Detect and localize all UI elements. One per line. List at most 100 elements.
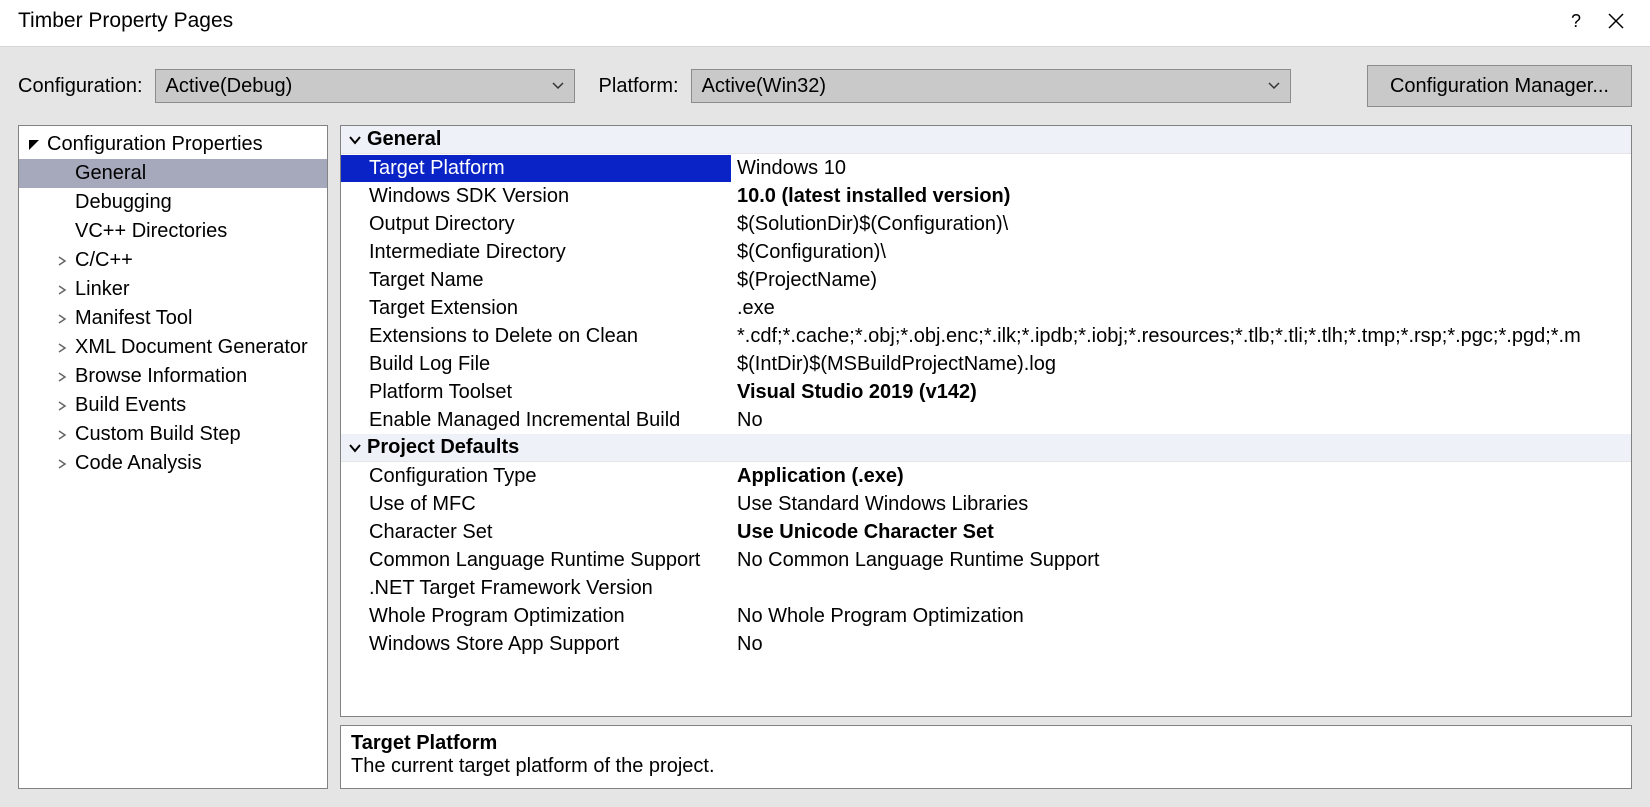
property-value: Windows 10 [731,155,1631,182]
chevron-right-icon [55,372,69,382]
property-label: Platform Toolset [341,379,731,406]
chevron-right-icon [55,256,69,266]
property-label: Target Extension [341,295,731,322]
tree-item-label: Linker [75,278,129,301]
property-row[interactable]: Windows Store App SupportNo [341,630,1631,658]
property-row[interactable]: Configuration TypeApplication (.exe) [341,462,1631,490]
chevron-right-icon [55,401,69,411]
window-title: Timber Property Pages [18,9,1556,33]
platform-label: Platform: [599,75,679,98]
property-row[interactable]: Whole Program OptimizationNo Whole Progr… [341,602,1631,630]
property-row[interactable]: Output Directory$(SolutionDir)$(Configur… [341,210,1631,238]
toolbar: Configuration: Active(Debug) Platform: A… [0,46,1650,117]
property-value: Visual Studio 2019 (v142) [731,379,1631,406]
tree-item[interactable]: Browse Information [19,362,327,391]
property-label: Enable Managed Incremental Build [341,407,731,434]
right-column: General Target PlatformWindows 10Windows… [340,125,1632,789]
property-row[interactable]: Target Extension.exe [341,294,1631,322]
property-label: Intermediate Directory [341,239,731,266]
tree-item-label: Custom Build Step [75,423,241,446]
chevron-down-icon [1268,82,1280,90]
tree-item-label: Build Events [75,394,186,417]
tree-item-label: General [75,162,146,185]
property-row[interactable]: Target Name$(ProjectName) [341,266,1631,294]
property-row[interactable]: Target PlatformWindows 10 [341,154,1631,182]
tree-item[interactable]: Build Events [19,391,327,420]
property-value: *.cdf;*.cache;*.obj;*.obj.enc;*.ilk;*.ip… [731,323,1631,350]
chevron-down-icon [345,443,365,453]
property-row[interactable]: Platform ToolsetVisual Studio 2019 (v142… [341,378,1631,406]
chevron-right-icon [55,314,69,324]
tree-item-label: Browse Information [75,365,247,388]
help-button[interactable]: ? [1556,6,1596,36]
description-panel: Target Platform The current target platf… [340,725,1632,789]
property-label: Target Platform [341,155,731,182]
property-value: $(SolutionDir)$(Configuration)\ [731,211,1631,238]
chevron-down-icon [27,140,41,150]
property-value: Use Standard Windows Libraries [731,491,1631,518]
property-value: No Whole Program Optimization [731,603,1631,630]
property-row[interactable]: Use of MFCUse Standard Windows Libraries [341,490,1631,518]
chevron-down-icon [552,82,564,90]
property-label: Build Log File [341,351,731,378]
property-value: No [731,631,1631,658]
tree-item-label: Code Analysis [75,452,202,475]
property-value: .exe [731,295,1631,322]
property-value [731,586,1631,590]
description-title: Target Platform [351,732,1621,755]
tree-item-label: C/C++ [75,249,133,272]
chevron-right-icon [55,459,69,469]
tree-panel: Configuration Properties General Debuggin… [18,125,328,789]
tree-item[interactable]: Manifest Tool [19,304,327,333]
property-row[interactable]: Windows SDK Version10.0 (latest installe… [341,182,1631,210]
configuration-label: Configuration: [18,75,143,98]
property-value: $(Configuration)\ [731,239,1631,266]
property-row[interactable]: .NET Target Framework Version [341,574,1631,602]
configuration-dropdown[interactable]: Active(Debug) [155,69,575,103]
tree-item[interactable]: Custom Build Step [19,420,327,449]
property-label: Output Directory [341,211,731,238]
platform-dropdown[interactable]: Active(Win32) [691,69,1291,103]
tree-item[interactable]: C/C++ [19,246,327,275]
tree-item[interactable]: XML Document Generator [19,333,327,362]
property-label: Windows Store App Support [341,631,731,658]
property-row[interactable]: Intermediate Directory$(Configuration)\ [341,238,1631,266]
property-value: Use Unicode Character Set [731,519,1631,546]
category-project-defaults[interactable]: Project Defaults [341,434,1631,462]
property-value: 10.0 (latest installed version) [731,183,1631,210]
tree-item-label: VC++ Directories [75,220,227,243]
property-row[interactable]: Build Log File$(IntDir)$(MSBuildProjectN… [341,350,1631,378]
property-value: No [731,407,1631,434]
property-label: Windows SDK Version [341,183,731,210]
property-row[interactable]: Enable Managed Incremental BuildNo [341,406,1631,434]
chevron-right-icon [55,285,69,295]
tree-root[interactable]: Configuration Properties [19,130,327,159]
property-row[interactable]: Common Language Runtime SupportNo Common… [341,546,1631,574]
tree-item[interactable]: Linker [19,275,327,304]
category-general[interactable]: General [341,126,1631,154]
configuration-value: Active(Debug) [166,75,293,98]
chevron-right-icon [55,343,69,353]
property-label: .NET Target Framework Version [341,575,731,602]
property-label: Extensions to Delete on Clean [341,323,731,350]
tree-item-label: XML Document Generator [75,336,308,359]
property-row[interactable]: Extensions to Delete on Clean*.cdf;*.cac… [341,322,1631,350]
body: Configuration Properties General Debuggin… [0,117,1650,807]
tree-item[interactable]: Debugging [19,188,327,217]
tree-item[interactable]: VC++ Directories [19,217,327,246]
tree-item-label: Debugging [75,191,172,214]
property-value: Application (.exe) [731,463,1631,490]
property-label: Whole Program Optimization [341,603,731,630]
property-label: Use of MFC [341,491,731,518]
property-row[interactable]: Character SetUse Unicode Character Set [341,518,1631,546]
tree-item[interactable]: Code Analysis [19,449,327,478]
property-label: Character Set [341,519,731,546]
chevron-down-icon [345,135,365,145]
configuration-manager-button[interactable]: Configuration Manager... [1367,65,1632,107]
chevron-right-icon [55,430,69,440]
tree-item[interactable]: General [19,159,327,188]
titlebar: Timber Property Pages ? [0,0,1650,46]
tree-item-label: Manifest Tool [75,307,192,330]
close-button[interactable] [1596,6,1636,36]
description-text: The current target platform of the proje… [351,755,1621,778]
